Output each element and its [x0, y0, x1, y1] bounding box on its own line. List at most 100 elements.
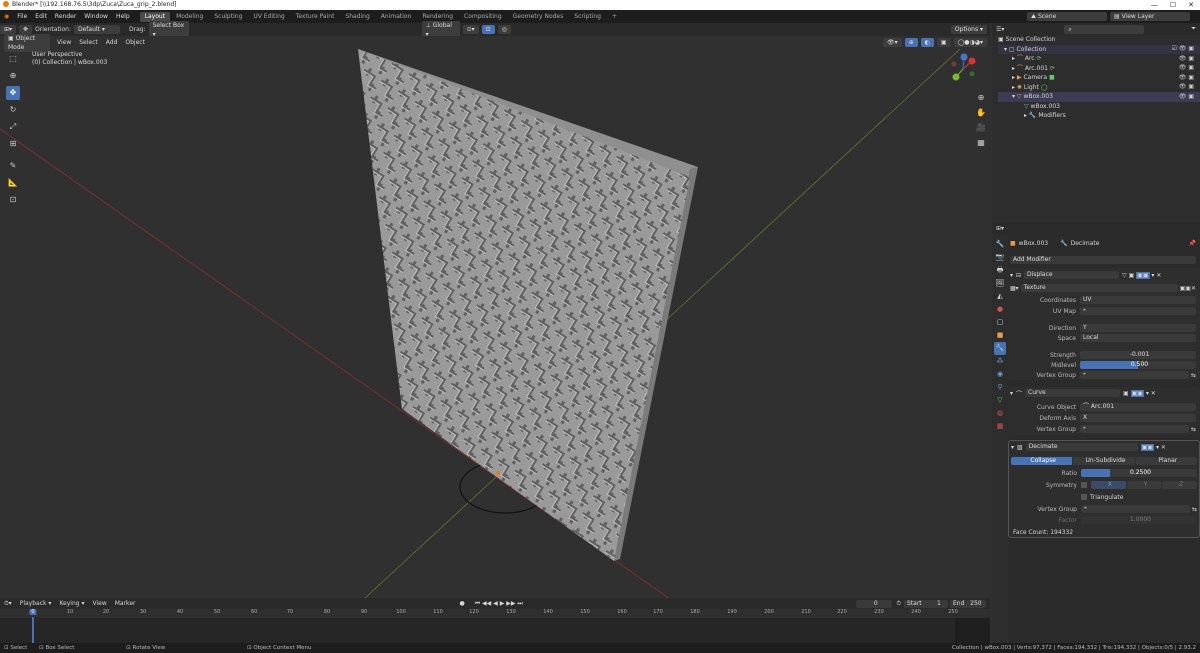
texture-buttons[interactable]: ▣▣✕ — [1180, 285, 1196, 292]
pan-hand-icon[interactable]: ✋ — [975, 107, 987, 119]
constraints-tab-icon[interactable]: ⚲ — [994, 381, 1006, 394]
space-dropdown[interactable]: Local — [1080, 334, 1196, 342]
outliner-row-wbox[interactable]: ▾ ▽ wBox.003 — [998, 92, 1200, 102]
menu-keying[interactable]: Keying ▾ — [55, 600, 88, 607]
pin-icon[interactable]: 📌 — [1189, 240, 1196, 247]
displace-vgroup-field[interactable]: ⁍ — [1080, 371, 1189, 379]
ratio-slider[interactable]: 0.2500 — [1081, 469, 1197, 477]
symmetry-axis-z[interactable]: Z — [1162, 481, 1198, 489]
curve-name-field[interactable]: Curve — [1025, 389, 1121, 397]
end-frame-field[interactable]: End 250 — [950, 599, 986, 608]
playback-controls[interactable]: ⏮ ◀◀ ◀ ▶ ▶▶ ⏭ — [475, 600, 523, 608]
collapse-arrow-icon[interactable]: ▾ — [1010, 390, 1013, 397]
tab-planar[interactable]: Planar — [1135, 457, 1197, 465]
menu-marker[interactable]: Marker — [111, 600, 140, 607]
properties-editor-icon[interactable]: ⊞▾ — [996, 225, 1004, 232]
direction-dropdown[interactable]: Y — [1080, 324, 1196, 332]
menu-select[interactable]: Select — [75, 39, 102, 46]
zoom-icon[interactable]: ⊕ — [975, 92, 987, 104]
gizmo-icon[interactable]: ⊕ — [904, 38, 918, 47]
navigation-gizmo[interactable] — [948, 52, 978, 86]
tab-geometry-nodes[interactable]: Geometry Nodes — [508, 12, 569, 22]
collapse-arrow-icon[interactable]: ▾ — [1010, 272, 1013, 279]
start-frame-field[interactable]: Start 1 — [904, 599, 948, 608]
pivot-icon[interactable]: ⊙▾ — [462, 25, 479, 34]
invert-icon[interactable]: ⇆ — [1191, 426, 1196, 433]
triangulate-checkbox[interactable] — [1081, 494, 1087, 500]
record-icon[interactable]: ● — [459, 600, 464, 607]
physics-tab-icon[interactable]: ◉ — [994, 368, 1006, 381]
shading-modes-icon[interactable]: ◯●◑◕▾ — [953, 38, 987, 47]
deform-axis-dropdown[interactable]: X — [1080, 414, 1196, 422]
tab-animation[interactable]: Animation — [376, 12, 417, 22]
tab-uv-editing[interactable]: UV Editing — [248, 12, 289, 22]
object-tab-icon[interactable]: ■ — [994, 329, 1006, 342]
menu-render[interactable]: Render — [51, 10, 80, 23]
modifier-toggles[interactable]: ▣ ▣▣ ▾ ✕ — [1123, 389, 1156, 397]
invert-icon[interactable]: ⇆ — [1191, 372, 1196, 379]
outliner-row-arc001[interactable]: ▸ ⌒ Arc.001 ⟳ — [998, 64, 1200, 74]
view-layer-tab-icon[interactable]: 🖼 — [994, 277, 1006, 290]
output-tab-icon[interactable]: 🖶 — [994, 264, 1006, 277]
tab-scripting[interactable]: Scripting — [569, 12, 606, 22]
menu-edit[interactable]: Edit — [31, 10, 51, 23]
decimate-vgroup-field[interactable]: ⁍ — [1081, 505, 1190, 513]
options-dropdown[interactable]: Options ▾ — [950, 25, 987, 34]
curve-vgroup-field[interactable]: ⁍ — [1080, 425, 1189, 433]
factor-field[interactable]: 1.0000 — [1081, 516, 1197, 524]
texture-tab-icon[interactable]: ▦ — [994, 420, 1006, 433]
symmetry-axis-x[interactable]: X — [1091, 481, 1126, 489]
current-frame-field[interactable]: 0 — [856, 599, 893, 608]
visibility-icon[interactable]: 👁 ▣ — [1172, 92, 1194, 102]
proportional-edit-icon[interactable]: ◎ — [497, 25, 511, 34]
menu-playback[interactable]: Playback ▾ — [16, 600, 56, 607]
menu-add[interactable]: Add — [102, 39, 122, 46]
outliner-search-input[interactable]: ⌕ — [1064, 24, 1145, 34]
scene-selector[interactable]: ⛰ Scene — [1027, 12, 1107, 21]
curve-object-field[interactable]: ⌒ Arc.001 — [1080, 403, 1196, 411]
texture-field[interactable]: Texture — [1020, 284, 1178, 292]
viewport-canvas[interactable] — [0, 49, 990, 598]
add-workspace-button[interactable]: + — [607, 12, 622, 22]
xray-icon[interactable]: ▣ — [936, 38, 951, 47]
outliner-row-light[interactable]: ▸ ✺ Light ◯ — [998, 83, 1200, 93]
editor-type-icon[interactable]: ⊞▾ — [0, 25, 17, 34]
modifier-toggles[interactable]: ▣▣ ▾ ✕ — [1140, 443, 1166, 451]
outliner-row-collection[interactable]: ▾ ▢ Collection — [998, 44, 1200, 54]
menu-view[interactable]: View — [53, 39, 75, 46]
collapse-arrow-icon[interactable]: ▾ — [1011, 444, 1014, 451]
tab-shading[interactable]: Shading — [340, 12, 374, 22]
decimate-name-field[interactable]: Decimate — [1025, 443, 1138, 451]
displace-name-field[interactable]: Displace — [1024, 271, 1120, 279]
visibility-icon[interactable]: 👁 ▣ — [1172, 73, 1194, 83]
uvmap-field[interactable]: ⁍ — [1080, 307, 1196, 315]
tab-compositing[interactable]: Compositing — [459, 12, 507, 22]
visibility-icon[interactable]: 👁▾ — [882, 38, 902, 47]
outliner-editor-icon[interactable]: ☰▾ — [996, 26, 1004, 33]
outliner-row-modifiers[interactable]: ▸ 🔧 Modifiers — [998, 111, 1200, 121]
modifier-tab-icon[interactable]: 🔧 — [994, 342, 1006, 355]
transform-tool-icon[interactable]: ✥ — [19, 25, 33, 34]
snap-icon[interactable]: ⊡ — [481, 25, 495, 34]
maximize-icon[interactable]: ☐ — [1170, 1, 1176, 9]
blender-menu-icon[interactable]: ◉ — [0, 10, 13, 23]
close-icon[interactable]: ✕ — [1188, 1, 1194, 9]
render-tab-icon[interactable]: 📷 — [994, 251, 1006, 264]
grid-view-icon[interactable]: ▦ — [975, 137, 987, 149]
symmetry-axis-y[interactable]: Y — [1126, 481, 1162, 489]
outliner-row-wbox-mesh[interactable]: ▽ wBox.003 — [998, 102, 1200, 112]
tab-unsubdivide[interactable]: Un-Subdivide — [1073, 457, 1135, 465]
midlevel-slider[interactable]: 0.500 — [1080, 361, 1196, 369]
view-layer-selector[interactable]: ▤ View Layer — [1110, 12, 1190, 21]
timeline-editor-icon[interactable]: ⏱▾ — [4, 600, 12, 608]
visibility-icon[interactable]: 👁 ▣ — [1172, 82, 1194, 92]
world-tab-icon[interactable]: ● — [994, 303, 1006, 316]
stopwatch-icon[interactable]: ⏱ — [896, 600, 901, 608]
data-tab-icon[interactable]: ▽ — [994, 394, 1006, 407]
menu-timeline-view[interactable]: View — [88, 600, 110, 607]
orientation-dropdown[interactable]: Default ▾ — [73, 25, 120, 34]
material-tab-icon[interactable]: ◍ — [994, 407, 1006, 420]
invert-icon[interactable]: ⇆ — [1192, 506, 1197, 513]
overlay-icon[interactable]: ◐ — [920, 38, 934, 47]
playhead[interactable] — [32, 617, 34, 643]
